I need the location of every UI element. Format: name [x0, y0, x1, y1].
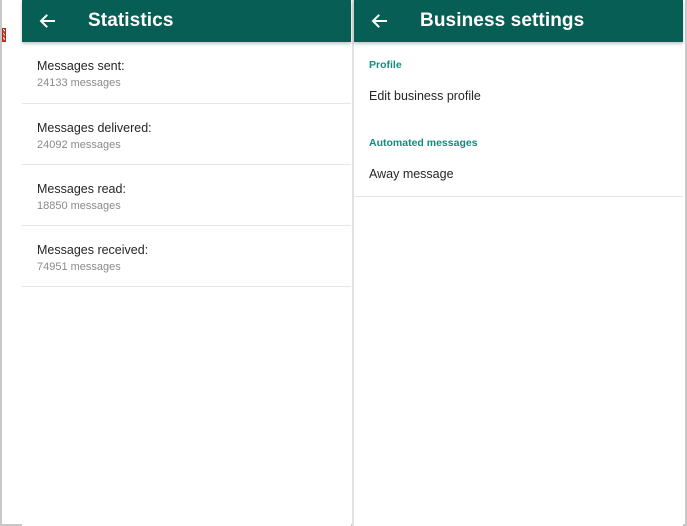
stat-label: Messages read:: [37, 182, 126, 196]
statistics-app-bar: Statistics: [22, 0, 351, 42]
stat-label: Messages sent:: [37, 59, 125, 73]
stat-label: Messages delivered:: [37, 121, 152, 135]
business-settings-screen: Business settings Profile Edit business …: [354, 0, 683, 526]
stat-value: 24133 messages: [37, 77, 121, 89]
section-header-profile: Profile: [369, 59, 402, 71]
stat-item-messages-delivered: Messages delivered: 24092 messages: [22, 104, 351, 165]
statistics-back-button[interactable]: [22, 0, 72, 42]
arrow-left-icon: [371, 14, 387, 28]
marker-badge: [2, 28, 6, 42]
page-title: Statistics: [88, 10, 174, 31]
stat-value: 24092 messages: [37, 139, 121, 151]
business-settings-app-bar: Business settings: [354, 0, 683, 42]
business-settings-back-button[interactable]: [354, 0, 404, 42]
away-message-item[interactable]: Away message: [354, 167, 454, 181]
stat-item-messages-read: Messages read: 18850 messages: [22, 165, 351, 226]
edit-business-profile-item[interactable]: Edit business profile: [354, 89, 481, 103]
arrow-left-icon: [39, 14, 55, 28]
statistics-list: Messages sent: 24133 messages Messages d…: [22, 42, 351, 287]
statistics-screen: Statistics Messages sent: 24133 messages…: [22, 0, 351, 526]
stat-value: 18850 messages: [37, 200, 121, 212]
list-divider: [354, 196, 683, 197]
section-header-automated-messages: Automated messages: [369, 137, 478, 149]
frame-left-border: [0, 0, 2, 526]
stat-value: 74951 messages: [37, 261, 121, 273]
stat-label: Messages received:: [37, 243, 149, 257]
page-title: Business settings: [420, 10, 585, 31]
stat-item-messages-received: Messages received: 74951 messages: [22, 226, 351, 287]
stat-item-messages-sent: Messages sent: 24133 messages: [22, 42, 351, 104]
